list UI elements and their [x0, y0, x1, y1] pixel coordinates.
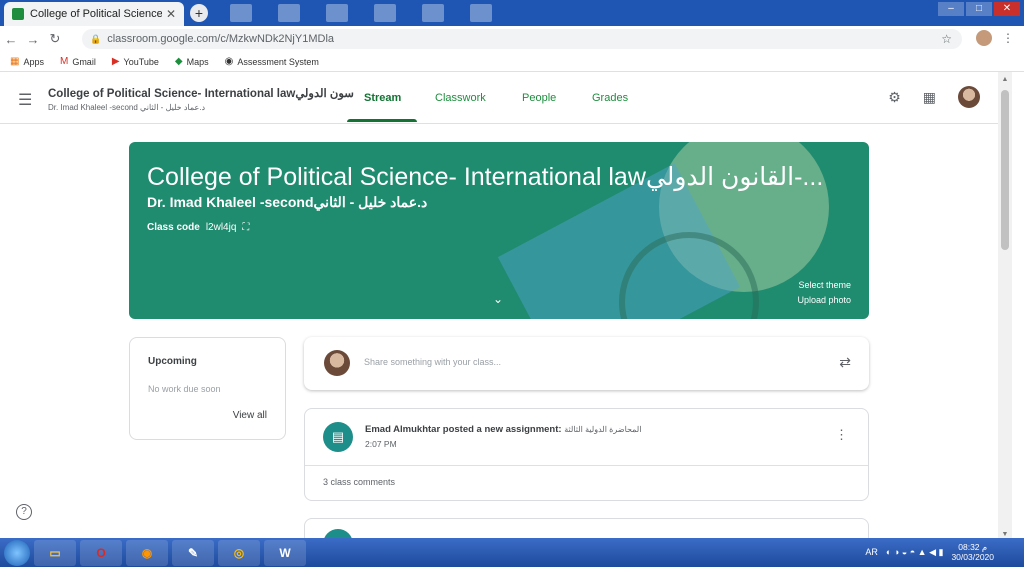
- desktop-icons: [230, 4, 492, 22]
- banner-title: College of Political Science- Internatio…: [147, 163, 824, 191]
- share-placeholder: Share something with your class...: [364, 357, 502, 367]
- clock-date: 30/03/2020: [951, 552, 994, 562]
- lock-icon: 🔒: [90, 33, 102, 44]
- apps-grid-icon: ▦: [10, 56, 20, 67]
- word-icon[interactable]: W: [264, 539, 306, 566]
- tab-title: College of Political Science- Inte: [30, 8, 162, 20]
- chevron-down-icon[interactable]: ⌄: [493, 292, 503, 306]
- user-avatar[interactable]: [958, 86, 980, 108]
- opera-icon[interactable]: O: [80, 539, 122, 566]
- tab-strip: College of Political Science- Inte ✕ + –…: [0, 0, 1024, 26]
- scrollbar[interactable]: ▲ ▼: [998, 72, 1012, 540]
- firefox-icon[interactable]: ◉: [126, 539, 168, 566]
- desktop-icon: [278, 4, 300, 22]
- clock[interactable]: 08:32 م 30/03/2020: [951, 542, 994, 562]
- classroom-favicon-icon: [12, 8, 24, 20]
- tab-people[interactable]: People: [522, 92, 556, 104]
- start-button[interactable]: [4, 539, 30, 566]
- bookmark-apps[interactable]: ▦ Apps: [10, 56, 44, 67]
- bookmark-gmail[interactable]: M Gmail: [60, 56, 96, 67]
- bookmark-maps[interactable]: ◆ Maps: [175, 56, 209, 67]
- select-theme-link[interactable]: Select theme: [797, 278, 851, 293]
- scroll-down-icon[interactable]: ▼: [998, 531, 1012, 538]
- clock-time: 08:32 م: [958, 542, 988, 552]
- back-arrow-icon[interactable]: ←: [0, 32, 22, 47]
- active-tab-indicator: [347, 119, 417, 122]
- bookmark-youtube[interactable]: ▶ YouTube: [112, 56, 159, 67]
- assignment-icon: ▤: [323, 422, 353, 452]
- desktop-icon: [326, 4, 348, 22]
- youtube-icon: ▶: [111, 56, 120, 67]
- system-tray: AR ◐ ◑ ◒ ◓ ▲ ◀ ▮ 08:32 م 30/03/2020: [865, 542, 994, 562]
- post-author-action: Emad Almukhtar posted a new assignment:: [365, 424, 562, 435]
- maps-icon: ◆: [174, 56, 183, 67]
- windows-taskbar: ▭ O ◉ ✎ ◎ W AR ◐ ◑ ◒ ◓ ▲ ◀ ▮ 08:32 م 30/…: [0, 538, 1024, 567]
- bookmark-assessment[interactable]: ◉ Assessment System: [225, 56, 319, 67]
- no-work-text: No work due soon: [148, 384, 221, 394]
- course-subtitle: Dr. Imad Khaleel -second د.عماد خليل - ا…: [48, 103, 206, 112]
- close-tab-icon[interactable]: ✕: [166, 7, 176, 21]
- close-window-button[interactable]: ✕: [994, 2, 1020, 16]
- apps-grid-icon[interactable]: ▦: [923, 89, 936, 106]
- desktop-icon: [374, 4, 396, 22]
- user-avatar: [324, 350, 350, 376]
- class-banner: College of Political Science- Internatio…: [129, 142, 869, 319]
- view-all-link[interactable]: View all: [233, 410, 267, 421]
- class-code-value: l2wl4jq: [205, 222, 237, 233]
- maximize-button[interactable]: □: [966, 2, 992, 16]
- upload-photo-link[interactable]: Upload photo: [797, 293, 851, 308]
- address-bar[interactable]: 🔒 classroom.google.com/c/MzkwNDk2NjY1MDl…: [82, 29, 962, 49]
- class-code-label: Class code: [147, 222, 200, 233]
- forward-arrow-icon[interactable]: →: [22, 32, 44, 47]
- paint-icon[interactable]: ✎: [172, 539, 214, 566]
- gmail-icon: M: [59, 56, 69, 67]
- fullscreen-icon[interactable]: ⛶: [242, 222, 249, 233]
- assignment-title: المحاضرة الدولية الثالثة: [564, 425, 642, 434]
- browser-tab[interactable]: College of Political Science- Inte ✕: [4, 2, 184, 26]
- class-comments-link[interactable]: 3 class comments: [323, 477, 395, 487]
- bookmarks-bar: ▦ Apps M Gmail ▶ YouTube ◆ Maps ◉ Assessment …: [0, 52, 1024, 72]
- chrome-menu-icon[interactable]: ⋮: [1002, 31, 1014, 45]
- bookmark-star-icon[interactable]: ☆: [941, 32, 952, 46]
- window-controls: – □ ✕: [938, 2, 1020, 16]
- profile-avatar[interactable]: [976, 30, 992, 46]
- main-menu-icon[interactable]: ☰: [18, 90, 32, 110]
- scrollbar-thumb[interactable]: [1001, 90, 1009, 250]
- desktop-icon: [230, 4, 252, 22]
- url-text: classroom.google.com/c/MzkwNDk2NjY1MDla: [107, 33, 335, 45]
- divider: [305, 465, 868, 466]
- chrome-icon[interactable]: ◎: [218, 539, 260, 566]
- post-headline[interactable]: Emad Almukhtar posted a new assignment: …: [365, 424, 641, 435]
- globe-icon: ◉: [224, 56, 234, 67]
- tray-icons[interactable]: ◐ ◑ ◒ ◓ ▲ ◀ ▮: [886, 547, 944, 558]
- minimize-button[interactable]: –: [938, 2, 964, 16]
- toolbar: ← → ↻ 🔒 classroom.google.com/c/MzkwNDk2N…: [0, 26, 1024, 52]
- help-icon[interactable]: ?: [16, 504, 32, 520]
- file-explorer-icon[interactable]: ▭: [34, 539, 76, 566]
- tab-stream[interactable]: Stream: [364, 92, 401, 104]
- tab-grades[interactable]: Grades: [592, 92, 628, 104]
- reload-icon[interactable]: ↻: [44, 31, 66, 47]
- course-title[interactable]: College of Political Science- Internatio…: [48, 86, 354, 100]
- desktop-icon: [422, 4, 444, 22]
- repost-icon[interactable]: ⇄: [839, 354, 851, 371]
- banner-subtitle: Dr. Imad Khaleel -secondد.عماد خليل - ال…: [147, 194, 428, 210]
- language-indicator[interactable]: AR: [865, 547, 878, 557]
- post-time: 2:07 PM: [365, 439, 397, 449]
- new-tab-button[interactable]: +: [190, 4, 208, 22]
- upcoming-title: Upcoming: [148, 356, 197, 367]
- more-options-icon[interactable]: ⋮: [835, 427, 848, 443]
- share-box[interactable]: Share something with your class... ⇄: [304, 337, 869, 390]
- settings-gear-icon[interactable]: ⚙: [888, 89, 901, 106]
- stream-post: ▤ Emad Almukhtar posted a new assignment…: [304, 408, 869, 501]
- scroll-up-icon[interactable]: ▲: [998, 76, 1012, 83]
- desktop-icon: [470, 4, 492, 22]
- tab-classwork[interactable]: Classwork: [435, 92, 486, 104]
- upcoming-card: Upcoming No work due soon View all: [129, 337, 286, 440]
- classroom-header: ☰ College of Political Science- Internat…: [0, 72, 998, 124]
- class-code: Class code l2wl4jq ⛶: [147, 222, 249, 233]
